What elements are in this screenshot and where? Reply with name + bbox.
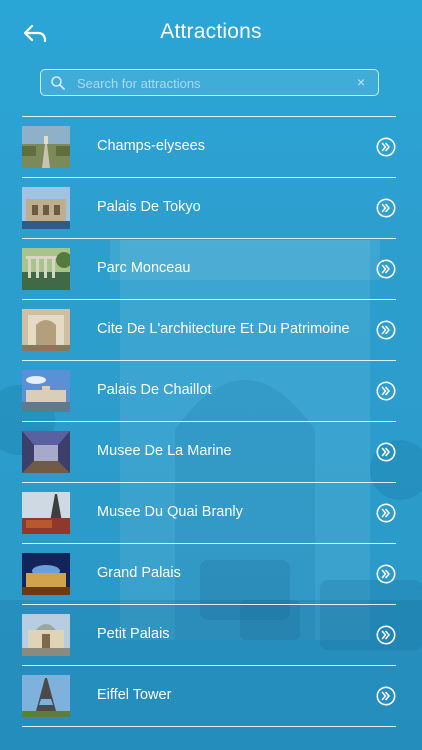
attraction-thumbnail xyxy=(22,553,70,595)
attraction-thumbnail xyxy=(22,614,70,656)
attraction-thumbnail xyxy=(22,675,70,717)
attraction-label: Grand Palais xyxy=(97,565,181,581)
attraction-thumbnail xyxy=(22,370,70,412)
attraction-label: Musee Du Quai Branly xyxy=(97,504,243,520)
chevron-right-circle-icon[interactable] xyxy=(376,625,396,645)
attraction-label: Palais De Chaillot xyxy=(97,382,212,398)
chevron-right-circle-icon[interactable] xyxy=(376,442,396,462)
attraction-label: Parc Monceau xyxy=(97,260,191,276)
attraction-label: Petit Palais xyxy=(97,626,170,642)
attraction-thumbnail xyxy=(22,187,70,229)
attraction-row[interactable]: Petit Palais xyxy=(22,604,396,665)
attraction-thumbnail xyxy=(22,431,70,473)
attraction-row[interactable]: Grand Palais xyxy=(22,543,396,604)
page-title: Attractions xyxy=(160,20,262,43)
chevron-right-circle-icon[interactable] xyxy=(376,198,396,218)
clear-search-button[interactable]: × xyxy=(353,74,369,90)
search-icon xyxy=(51,76,65,90)
header-bar: Attractions xyxy=(0,0,422,66)
chevron-right-circle-icon[interactable] xyxy=(376,320,396,340)
attraction-row[interactable]: Champs-elysees xyxy=(22,116,396,177)
attraction-row[interactable]: Cite De L'architecture Et Du Patrimoine xyxy=(22,299,396,360)
chevron-right-circle-icon[interactable] xyxy=(376,564,396,584)
attraction-label: Champs-elysees xyxy=(97,138,205,154)
chevron-right-circle-icon[interactable] xyxy=(376,381,396,401)
attractions-list: Champs-elysees Palais De Tokyo Parc Moncea… xyxy=(22,116,396,727)
attraction-row[interactable]: Palais De Tokyo xyxy=(22,177,396,238)
attraction-row[interactable]: Musee De La Marine xyxy=(22,421,396,482)
attraction-row[interactable]: Eiffel Tower xyxy=(22,665,396,727)
attraction-label: Palais De Tokyo xyxy=(97,199,201,215)
chevron-right-circle-icon[interactable] xyxy=(376,503,396,523)
attraction-thumbnail xyxy=(22,309,70,351)
attraction-thumbnail xyxy=(22,126,70,168)
attraction-thumbnail xyxy=(22,248,70,290)
search-input[interactable] xyxy=(75,72,349,95)
chevron-right-circle-icon[interactable] xyxy=(376,137,396,157)
attraction-thumbnail xyxy=(22,492,70,534)
attraction-row[interactable]: Palais De Chaillot xyxy=(22,360,396,421)
attraction-label: Musee De La Marine xyxy=(97,443,232,459)
attraction-row[interactable]: Parc Monceau xyxy=(22,238,396,299)
attraction-row[interactable]: Musee Du Quai Branly xyxy=(22,482,396,543)
attraction-label: Cite De L'architecture Et Du Patrimoine xyxy=(97,321,350,337)
attraction-label: Eiffel Tower xyxy=(97,687,172,703)
chevron-right-circle-icon[interactable] xyxy=(376,259,396,279)
chevron-right-circle-icon[interactable] xyxy=(376,686,396,706)
search-bar: × xyxy=(40,69,379,96)
